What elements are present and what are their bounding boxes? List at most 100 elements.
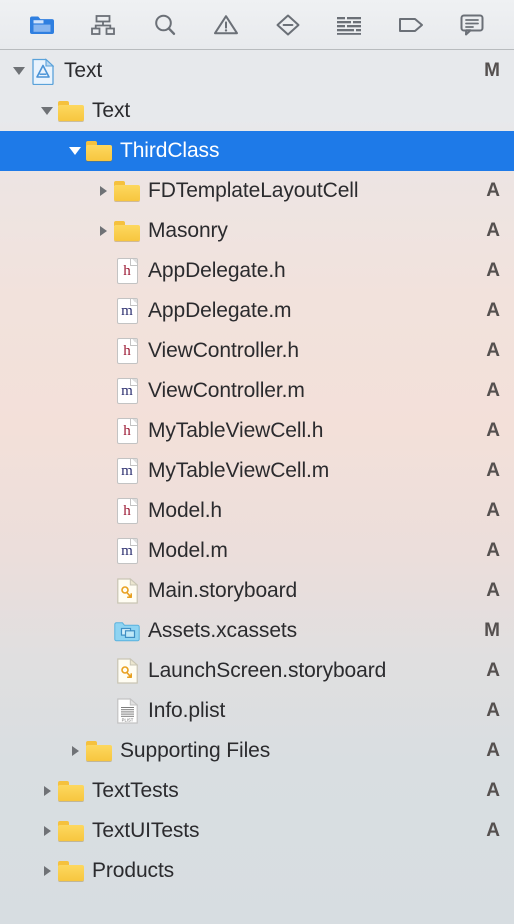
tree-row[interactable]: m Model.m A: [0, 531, 514, 571]
tree-row-label: LaunchScreen.storyboard: [148, 659, 387, 682]
scm-status-badge: M: [484, 620, 500, 641]
project-navigator-tree[interactable]: Text M Text ThirdClass FDTemplateLayoutCell A…: [0, 51, 514, 924]
folder-icon: [86, 141, 112, 161]
disclosure-triangle-closed-icon[interactable]: [92, 211, 114, 251]
breakpoint-navigator-icon[interactable]: [391, 8, 431, 42]
tree-row-label: Products: [92, 859, 175, 882]
storyboard-icon: [116, 658, 138, 684]
storyboard-icon: [114, 656, 140, 686]
header-icon: h: [114, 336, 140, 366]
issue-navigator-icon[interactable]: [206, 8, 246, 42]
tree-row-label: TextTests: [92, 779, 179, 802]
tree-row-label: Text: [92, 99, 131, 122]
source-icon: m: [114, 376, 140, 406]
tree-row[interactable]: Products: [0, 851, 514, 891]
folder-icon: [86, 736, 112, 766]
test-navigator-icon[interactable]: [268, 8, 308, 42]
disclosure-triangle-closed-icon[interactable]: [92, 171, 114, 211]
header-icon: h: [114, 416, 140, 446]
tree-row[interactable]: h MyTableViewCell.h A: [0, 411, 514, 451]
report-navigator-icon[interactable]: [452, 8, 492, 42]
scm-status-badge: A: [486, 260, 500, 281]
scm-status-badge: A: [486, 180, 500, 201]
scm-status-badge: A: [486, 700, 500, 721]
tree-row-label: FDTemplateLayoutCell: [148, 179, 359, 202]
tree-row[interactable]: Text M: [0, 51, 514, 91]
xcodeproj-icon: [32, 57, 54, 85]
scm-status-badge: A: [486, 780, 500, 801]
scm-status-badge: A: [486, 540, 500, 561]
source-icon: m: [114, 456, 140, 486]
header-file-icon: h: [116, 338, 138, 364]
folder-icon: [58, 821, 84, 841]
scm-status-badge: M: [484, 60, 500, 81]
folder-icon: [114, 181, 140, 201]
tree-row[interactable]: h Model.h A: [0, 491, 514, 531]
disclosure-triangle-open-icon[interactable]: [64, 131, 86, 171]
source-control-navigator-icon[interactable]: [83, 8, 123, 42]
tree-row-label: Main.storyboard: [148, 579, 298, 602]
tree-row-label: Masonry: [148, 219, 228, 242]
disclosure-triangle-closed-icon[interactable]: [36, 851, 58, 891]
tree-row[interactable]: TextUITests A: [0, 811, 514, 851]
svg-text:PLIST: PLIST: [121, 717, 133, 722]
tree-row[interactable]: h ViewController.h A: [0, 331, 514, 371]
folder-icon: [58, 816, 84, 846]
xcassets-icon: [114, 621, 140, 641]
tree-row[interactable]: Text: [0, 91, 514, 131]
tree-row[interactable]: Masonry A: [0, 211, 514, 251]
source-icon: m: [114, 536, 140, 566]
xcassets-icon: [114, 616, 140, 646]
navigator-toolbar: [0, 0, 514, 50]
folder-icon: [58, 96, 84, 126]
source-file-icon: m: [116, 298, 138, 324]
storyboard-icon: [114, 576, 140, 606]
folder-icon: [114, 221, 140, 241]
scm-status-badge: A: [486, 340, 500, 361]
tree-row[interactable]: LaunchScreen.storyboard A: [0, 651, 514, 691]
tree-row[interactable]: TextTests A: [0, 771, 514, 811]
tree-row[interactable]: ThirdClass: [0, 131, 514, 171]
tree-row-label: Info.plist: [148, 699, 226, 722]
header-file-icon: h: [116, 498, 138, 524]
find-navigator-icon[interactable]: [145, 8, 185, 42]
disclosure-triangle-closed-icon[interactable]: [36, 771, 58, 811]
tree-row-label: ViewController.m: [148, 379, 305, 402]
tree-row[interactable]: m ViewController.m A: [0, 371, 514, 411]
project-navigator-icon[interactable]: [22, 8, 62, 42]
tree-row-label: MyTableViewCell.m: [148, 459, 330, 482]
tree-row-label: MyTableViewCell.h: [148, 419, 324, 442]
disclosure-triangle-open-icon[interactable]: [8, 51, 30, 91]
scm-status-badge: A: [486, 500, 500, 521]
tree-row[interactable]: FDTemplateLayoutCell A: [0, 171, 514, 211]
disclosure-triangle-open-icon[interactable]: [36, 91, 58, 131]
tree-row[interactable]: PLIST Info.plist A: [0, 691, 514, 731]
scm-status-badge: A: [486, 420, 500, 441]
plist-file-icon: PLIST: [116, 698, 138, 724]
disclosure-triangle-closed-icon[interactable]: [36, 811, 58, 851]
source-file-icon: m: [116, 458, 138, 484]
tree-row[interactable]: Main.storyboard A: [0, 571, 514, 611]
tree-row[interactable]: m AppDelegate.m A: [0, 291, 514, 331]
tree-row[interactable]: m MyTableViewCell.m A: [0, 451, 514, 491]
tree-row[interactable]: h AppDelegate.h A: [0, 251, 514, 291]
scm-status-badge: A: [486, 300, 500, 321]
folder-icon: [86, 136, 112, 166]
folder-icon: [58, 861, 84, 881]
disclosure-triangle-closed-icon[interactable]: [64, 731, 86, 771]
folder-icon: [86, 741, 112, 761]
tree-row[interactable]: Supporting Files A: [0, 731, 514, 771]
tree-row-label: Assets.xcassets: [148, 619, 298, 642]
tree-row[interactable]: Assets.xcassets M: [0, 611, 514, 651]
folder-icon: [58, 781, 84, 801]
debug-navigator-icon[interactable]: [329, 8, 369, 42]
